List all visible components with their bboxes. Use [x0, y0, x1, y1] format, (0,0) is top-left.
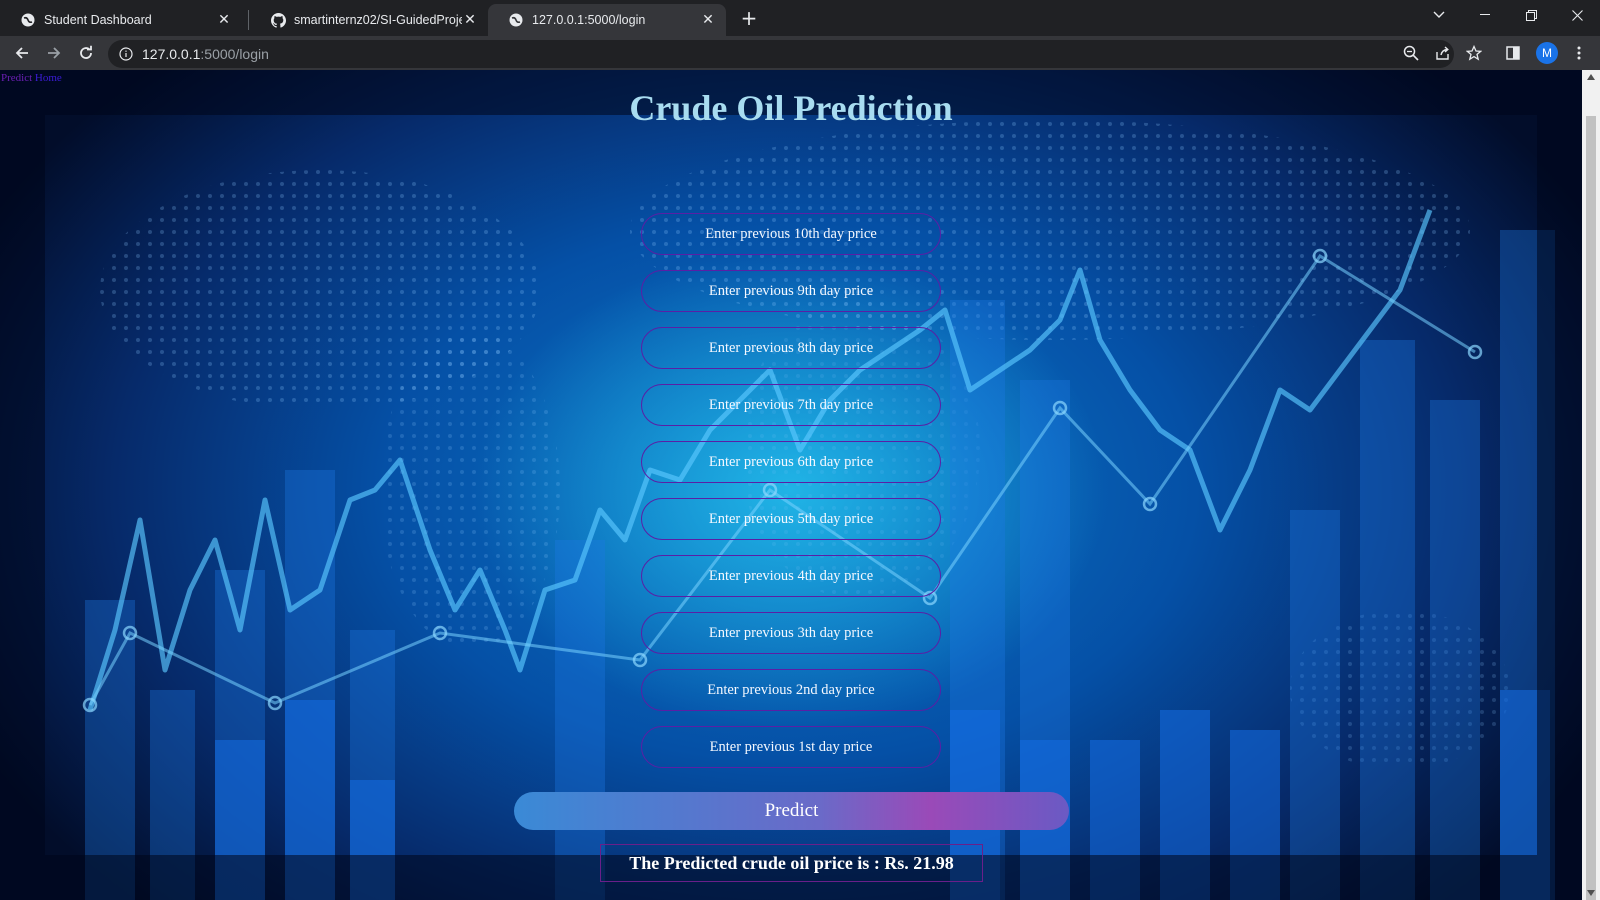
- tab-student-dashboard[interactable]: Student Dashboard ✕: [0, 4, 242, 36]
- price-input-day-8[interactable]: [641, 327, 941, 369]
- minimize-button[interactable]: [1462, 0, 1508, 30]
- info-icon[interactable]: [118, 46, 134, 62]
- background-stock-chart-image: [0, 70, 1582, 900]
- page-title: Crude Oil Prediction: [629, 88, 953, 128]
- browser-tab-strip: Student Dashboard ✕ smartinternz02/SI-Gu…: [0, 0, 1600, 36]
- close-icon[interactable]: ✕: [700, 12, 716, 28]
- scroll-up-arrow-icon[interactable]: [1587, 74, 1595, 80]
- price-input-day-2[interactable]: [641, 669, 941, 711]
- more-menu-icon[interactable]: [1570, 44, 1588, 62]
- prediction-result: The Predicted crude oil price is : Rs. 2…: [600, 844, 983, 882]
- close-icon[interactable]: ✕: [462, 12, 478, 28]
- address-bar[interactable]: 127.0.0.1:5000/login: [108, 40, 1454, 68]
- side-panel-icon[interactable]: [1504, 44, 1522, 62]
- share-icon[interactable]: [1434, 44, 1452, 62]
- address-text: 127.0.0.1:5000/login: [142, 46, 269, 62]
- new-tab-button[interactable]: +: [738, 7, 760, 29]
- back-arrow-icon[interactable]: [10, 41, 34, 65]
- browser-toolbar: 127.0.0.1:5000/login M: [0, 36, 1600, 70]
- address-host: 127.0.0.1: [142, 46, 201, 62]
- bookmark-star-icon[interactable]: [1465, 44, 1483, 62]
- tab-title: Student Dashboard: [44, 13, 152, 27]
- restore-button[interactable]: [1508, 0, 1554, 30]
- nav-link-home[interactable]: Home: [35, 72, 62, 84]
- address-path: :5000/login: [200, 46, 269, 62]
- tab-separator: [248, 10, 249, 30]
- globe-icon: [20, 12, 36, 28]
- nav-link-predict[interactable]: Predict: [1, 72, 32, 84]
- page-viewport: Predict Home Crude Oil Prediction Predic…: [0, 70, 1582, 900]
- github-icon: [270, 12, 286, 28]
- price-input-day-5[interactable]: [641, 498, 941, 540]
- tab-login[interactable]: 127.0.0.1:5000/login ✕: [488, 4, 726, 36]
- price-input-day-7[interactable]: [641, 384, 941, 426]
- tab-search-chevron-icon[interactable]: [1416, 0, 1462, 30]
- price-input-day-9[interactable]: [641, 270, 941, 312]
- scrollbar-thumb[interactable]: [1586, 116, 1596, 900]
- top-nav: Predict Home: [1, 72, 62, 84]
- price-input-day-4[interactable]: [641, 555, 941, 597]
- price-input-day-3[interactable]: [641, 612, 941, 654]
- tab-title: smartinternz02/SI-GuidedProject: [294, 13, 462, 27]
- price-input-day-10[interactable]: [641, 213, 941, 255]
- profile-avatar[interactable]: M: [1536, 42, 1558, 64]
- close-window-button[interactable]: [1554, 0, 1600, 30]
- zoom-icon[interactable]: [1402, 44, 1420, 62]
- tab-title: 127.0.0.1:5000/login: [532, 13, 646, 27]
- tab-github[interactable]: smartinternz02/SI-GuidedProject ✕: [250, 4, 488, 36]
- close-icon[interactable]: ✕: [216, 12, 232, 28]
- predict-button[interactable]: Predict: [514, 792, 1069, 830]
- price-input-day-1[interactable]: [641, 726, 941, 768]
- scroll-down-arrow-icon[interactable]: [1587, 890, 1595, 896]
- forward-arrow-icon[interactable]: [42, 41, 66, 65]
- page-scrollbar[interactable]: [1582, 70, 1600, 900]
- reload-icon[interactable]: [74, 41, 98, 65]
- globe-icon: [508, 12, 524, 28]
- price-input-day-6[interactable]: [641, 441, 941, 483]
